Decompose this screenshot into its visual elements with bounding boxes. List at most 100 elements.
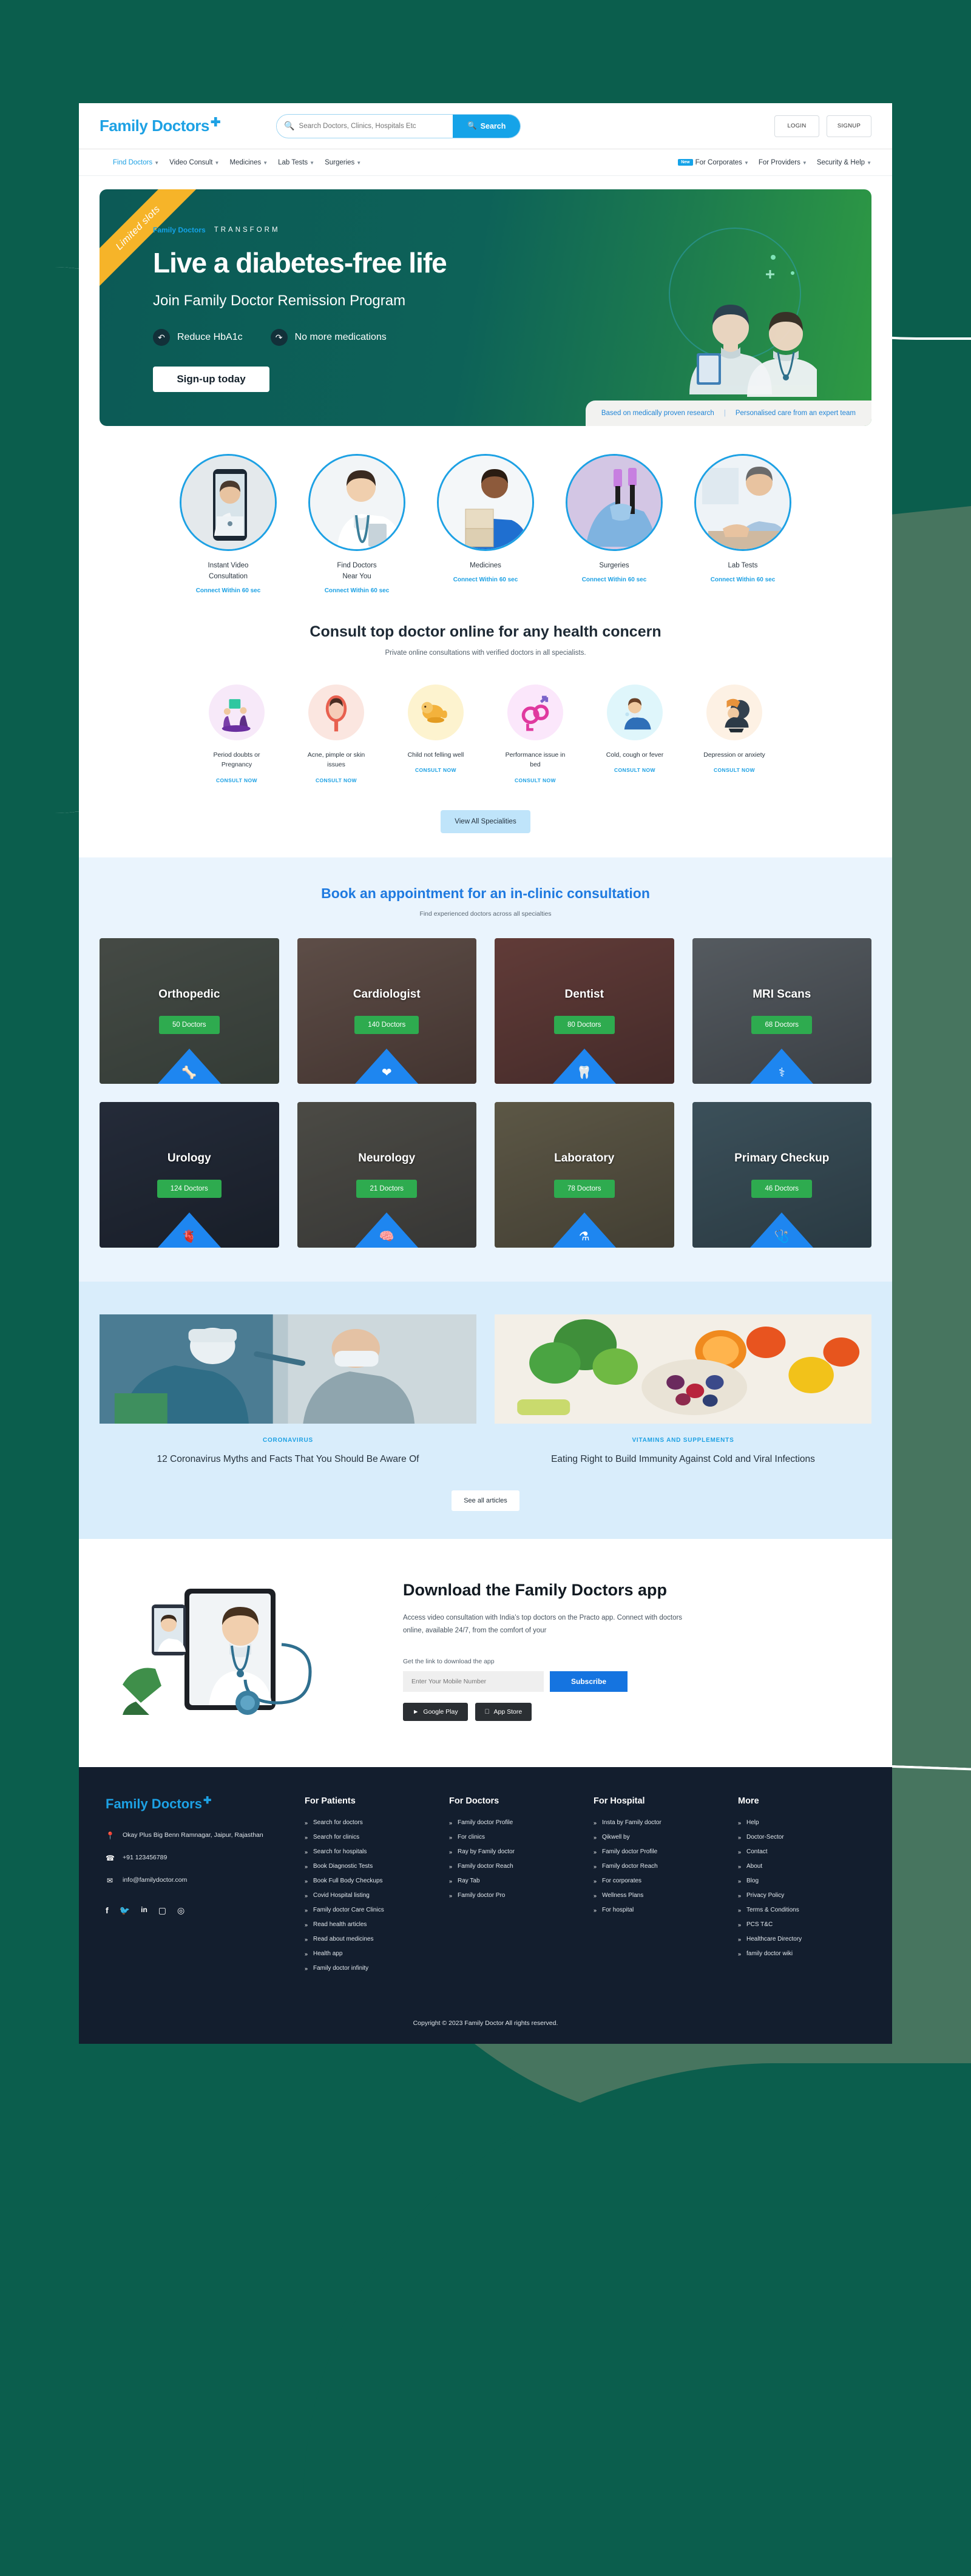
nav-item-for-corporates[interactable]: New For Corporates ▼ xyxy=(678,159,749,166)
footer-link[interactable]: » Read health articles xyxy=(305,1921,432,1928)
booking-card-dentist[interactable]: Dentist 80 Doctors 🦷 xyxy=(495,938,674,1084)
search-field[interactable]: 🔍 xyxy=(277,121,453,131)
chevron-right-icon: » xyxy=(305,1965,308,1972)
footer-link[interactable]: » Ray Tab xyxy=(449,1878,577,1884)
site-logo[interactable]: Family Doctors ✚ xyxy=(100,116,221,135)
footer-link[interactable]: » PCS T&C xyxy=(738,1921,865,1928)
booking-card-mri-scans[interactable]: MRI Scans 68 Doctors ⚕ xyxy=(692,938,871,1084)
footer-link[interactable]: » For hospital xyxy=(594,1907,721,1913)
consult-now-link[interactable]: CONSULT NOW xyxy=(501,777,569,783)
footer-phone-line[interactable]: ☎ +91 123456789 xyxy=(106,1853,288,1865)
consult-now-link[interactable]: CONSULT NOW xyxy=(601,767,669,773)
footer-link[interactable]: » Blog xyxy=(738,1878,865,1884)
footer-link[interactable]: » Search for hospitals xyxy=(305,1848,432,1855)
footer-link[interactable]: » Healthcare Directory xyxy=(738,1936,865,1942)
article-card-coronavirus[interactable]: CORONAVIRUS 12 Coronavirus Myths and Fac… xyxy=(100,1314,476,1466)
footer-link[interactable]: » Family doctor Reach xyxy=(594,1863,721,1870)
linkedin-icon[interactable]: in xyxy=(141,1905,147,1916)
booking-card-urology[interactable]: Urology 124 Doctors 🫀 xyxy=(100,1102,279,1248)
footer-link[interactable]: » Family doctor Reach xyxy=(449,1863,577,1870)
service-item-lab-tests[interactable]: Lab Tests Connect Within 60 sec xyxy=(694,454,791,594)
twitter-icon[interactable]: 🐦 xyxy=(120,1905,130,1916)
consult-now-link[interactable]: CONSULT NOW xyxy=(700,767,768,773)
footer-link[interactable]: » Family doctor infinity xyxy=(305,1965,432,1972)
service-item-find-doctors-near-you[interactable]: Find Doctors Near You Connect Within 60 … xyxy=(308,454,405,594)
booking-card-cardiologist[interactable]: Cardiologist 140 Doctors ❤ xyxy=(297,938,476,1084)
signup-today-button[interactable]: Sign-up today xyxy=(153,367,269,392)
footer-link[interactable]: » Family doctor Pro xyxy=(449,1892,577,1899)
nav-item-find-doctors[interactable]: Find Doctors ▼ xyxy=(113,159,159,166)
footer-link[interactable]: » Insta by Family doctor xyxy=(594,1819,721,1826)
footer-link[interactable]: » For clinics xyxy=(449,1834,577,1841)
nav-item-lab-tests[interactable]: Lab Tests ▼ xyxy=(278,159,314,166)
fruits-vegetables-photo xyxy=(495,1314,871,1424)
footer-link[interactable]: » family doctor wiki xyxy=(738,1950,865,1957)
footer-email-line[interactable]: ✉ info@familydoctor.com xyxy=(106,1875,288,1887)
view-all-specialities-button[interactable]: View All Specialities xyxy=(441,810,530,834)
nav-item-video-consult[interactable]: Video Consult ▼ xyxy=(169,159,219,166)
footer-link[interactable]: » Doctor-Sector xyxy=(738,1834,865,1841)
booking-card-primary-checkup[interactable]: Primary Checkup 46 Doctors 🩺 xyxy=(692,1102,871,1248)
footer-link[interactable]: » Terms & Conditions xyxy=(738,1907,865,1913)
service-item-instant-video-consultation[interactable]: Instant Video Consultation Connect Withi… xyxy=(180,454,277,594)
footer-link[interactable]: » Book Diagnostic Tests xyxy=(305,1863,432,1870)
footer-link[interactable]: » For corporates xyxy=(594,1878,721,1884)
booking-card-orthopedic[interactable]: Orthopedic 50 Doctors 🦴 xyxy=(100,938,279,1084)
service-item-medicines[interactable]: Medicines Connect Within 60 sec xyxy=(437,454,534,594)
booking-card-neurology[interactable]: Neurology 21 Doctors 🧠 xyxy=(297,1102,476,1248)
footer-link[interactable]: » Family doctor Profile xyxy=(594,1848,721,1855)
consult-now-link[interactable]: CONSULT NOW xyxy=(402,767,470,773)
specialty-item-cold-cough-fever[interactable]: Cold, cough or fever CONSULT NOW xyxy=(601,684,669,784)
instagram-icon[interactable]: ▢ xyxy=(158,1905,166,1916)
footer-link-label: Qikwell by xyxy=(602,1834,630,1841)
nav-item-for-providers[interactable]: For Providers ▼ xyxy=(759,159,807,166)
footer-logo[interactable]: Family Doctors ✚ xyxy=(106,1796,288,1812)
footer-link[interactable]: » About xyxy=(738,1863,865,1870)
footer-link[interactable]: » Search for doctors xyxy=(305,1819,432,1826)
specialty-item-child-not-well[interactable]: Child not felling well CONSULT NOW xyxy=(402,684,470,784)
facebook-icon[interactable]: f xyxy=(106,1905,109,1916)
footer-link-label: Help xyxy=(746,1819,759,1827)
article-card-vitamins[interactable]: VITAMINS AND SUPPLEMENTS Eating Right to… xyxy=(495,1314,871,1466)
specialty-item-performance[interactable]: Performance issue in bed CONSULT NOW xyxy=(501,684,569,783)
specialty-item-depression-anxiety[interactable]: Depression or anxiety CONSULT NOW xyxy=(700,684,768,784)
footer-link[interactable]: » Covid Hospital listing xyxy=(305,1892,432,1899)
footer-link[interactable]: » Health app xyxy=(305,1950,432,1957)
see-all-articles-button[interactable]: See all articles xyxy=(452,1490,519,1512)
footer-link[interactable]: » Privacy Policy xyxy=(738,1892,865,1899)
nav-item-security-help[interactable]: Security & Help ▼ xyxy=(817,159,871,166)
footer-email: info@familydoctor.com xyxy=(123,1876,188,1884)
footer-link[interactable]: » Search for clinics xyxy=(305,1834,432,1841)
service-item-surgeries[interactable]: Surgeries Connect Within 60 sec xyxy=(566,454,663,594)
search-input[interactable] xyxy=(299,122,446,130)
nav-item-surgeries[interactable]: Surgeries ▼ xyxy=(325,159,361,166)
footer-link[interactable]: » Book Full Body Checkups xyxy=(305,1878,432,1884)
google-play-button[interactable]: ► Google Play xyxy=(403,1703,468,1722)
chevron-right-icon: » xyxy=(305,1921,308,1928)
nav-item-medicines[interactable]: Medicines ▼ xyxy=(229,159,268,166)
booking-card-laboratory[interactable]: Laboratory 78 Doctors ⚗ xyxy=(495,1102,674,1248)
footer-link[interactable]: » Qikwell by xyxy=(594,1834,721,1841)
app-store-button[interactable]:  App Store xyxy=(475,1703,532,1722)
footer-link[interactable]: » Family doctor Profile xyxy=(449,1819,577,1826)
service-sub-label: Connect Within 60 sec xyxy=(453,576,518,583)
footer-link[interactable]: » Ray by Family doctor xyxy=(449,1848,577,1855)
dribbble-icon[interactable]: ◎ xyxy=(177,1905,184,1916)
subscribe-button[interactable]: Subscribe xyxy=(550,1671,628,1692)
consult-now-link[interactable]: CONSULT NOW xyxy=(302,777,370,783)
footer-link[interactable]: » Family doctor Care Clinics xyxy=(305,1907,432,1913)
signup-button[interactable]: SIGNUP xyxy=(827,115,871,137)
card-doctor-count: 68 Doctors xyxy=(751,1016,813,1035)
footer-link[interactable]: » Contact xyxy=(738,1848,865,1855)
login-button[interactable]: LOGIN xyxy=(774,115,819,137)
specialty-item-acne-skin[interactable]: Acne, pimple or skin issues CONSULT NOW xyxy=(302,684,370,783)
consult-now-link[interactable]: CONSULT NOW xyxy=(203,777,271,783)
footer-link[interactable]: » Read about medicines xyxy=(305,1936,432,1942)
footer-link[interactable]: » Help xyxy=(738,1819,865,1826)
specialty-item-period-pregnancy[interactable]: Period doubts or Pregnancy CONSULT NOW xyxy=(203,684,271,783)
card-title: Orthopedic xyxy=(158,988,220,1001)
search-bar[interactable]: 🔍 🔍 Search xyxy=(276,113,521,138)
search-button[interactable]: 🔍 Search xyxy=(453,114,521,138)
footer-link[interactable]: » Wellness Plans xyxy=(594,1892,721,1899)
mobile-number-input[interactable] xyxy=(403,1671,544,1692)
